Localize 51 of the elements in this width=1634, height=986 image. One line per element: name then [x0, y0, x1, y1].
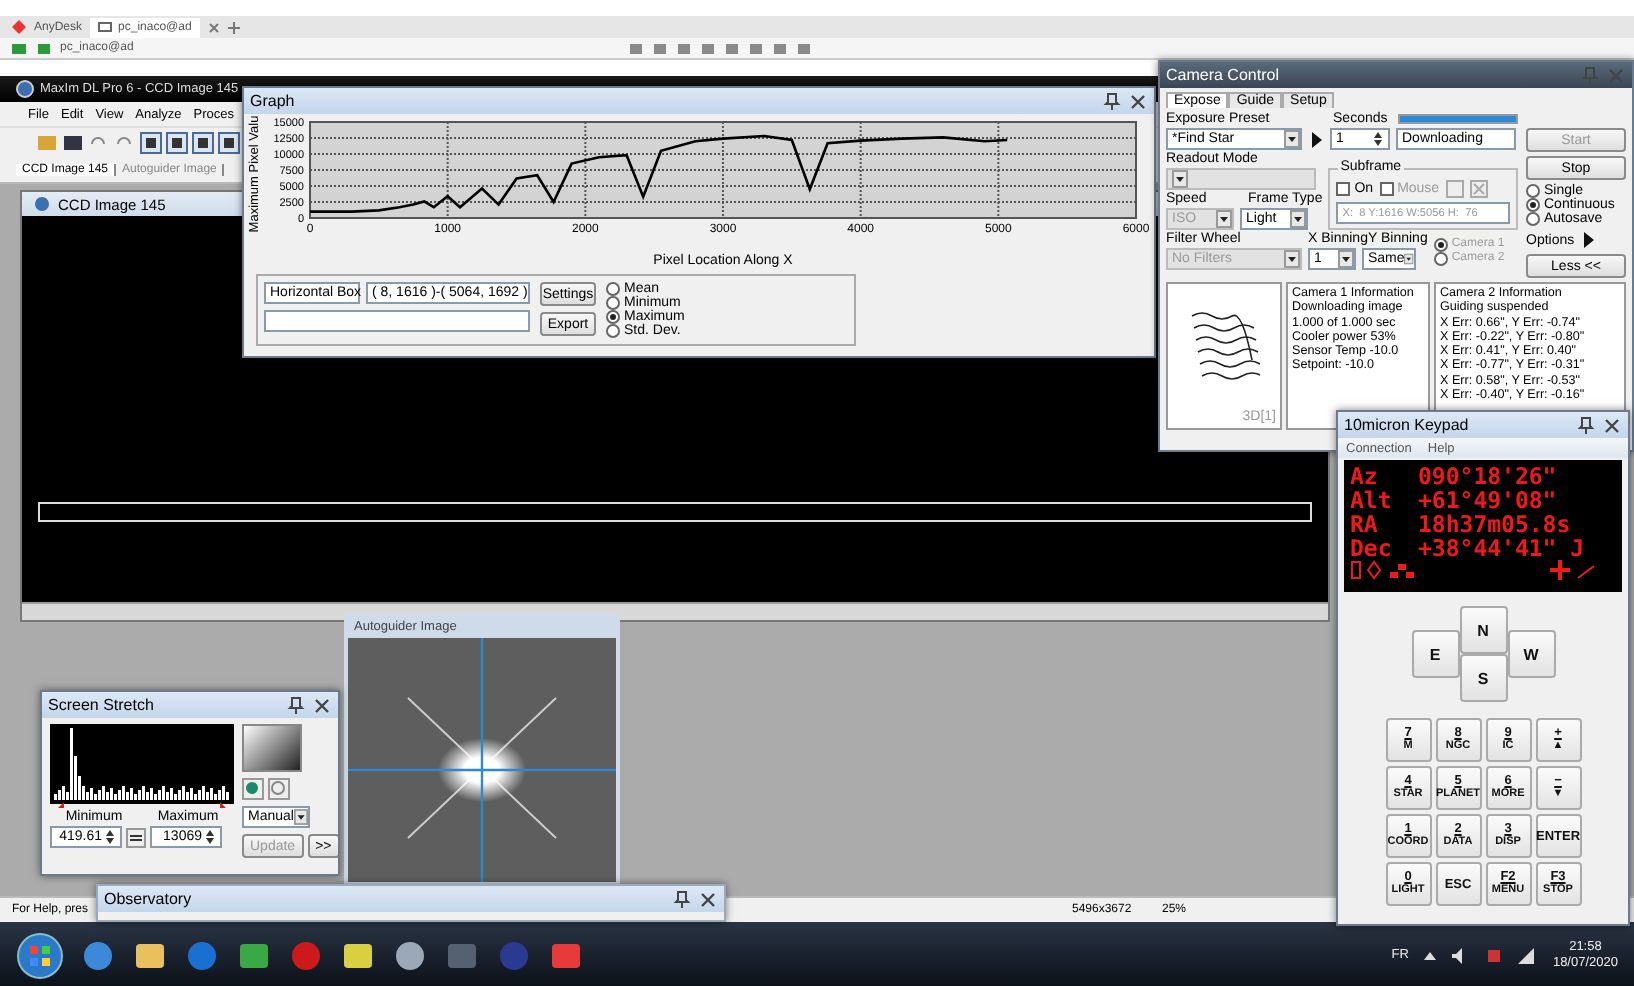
caret-icon[interactable]	[1290, 210, 1306, 228]
plus-icon[interactable]	[227, 21, 240, 33]
close-icon[interactable]	[207, 21, 220, 33]
east-button[interactable]: E	[1411, 630, 1459, 678]
pin-icon[interactable]	[286, 695, 306, 715]
display-value: +38°44'41" J	[1418, 536, 1585, 560]
window-title: Graph	[250, 92, 297, 110]
close-icon[interactable]	[1602, 415, 1622, 435]
play-arrow-icon[interactable]	[1308, 129, 1324, 149]
start-icon[interactable]	[16, 931, 64, 979]
spinner-icon[interactable]	[104, 828, 116, 846]
app-icon	[16, 80, 34, 98]
display-value: +61°49'08"	[1418, 488, 1557, 512]
caret-icon[interactable]	[1338, 250, 1354, 268]
play-arrow-icon[interactable]	[1580, 230, 1597, 250]
color-circle-icon[interactable]	[496, 937, 532, 973]
north-button[interactable]: N	[1459, 606, 1507, 654]
south-button[interactable]: S	[1459, 654, 1507, 702]
pin-icon[interactable]	[672, 889, 692, 909]
west-button[interactable]: W	[1507, 630, 1555, 678]
close-icon[interactable]	[698, 889, 718, 909]
display-value: 090°18'26"	[1418, 464, 1557, 488]
caret-icon[interactable]	[1404, 250, 1414, 268]
logo-icon	[12, 20, 26, 34]
window-title: Camera Control	[1166, 66, 1281, 84]
signal-icon[interactable]	[1518, 947, 1537, 963]
caret-icon[interactable]	[293, 808, 308, 826]
window-title: 10micron Keypad	[1344, 416, 1471, 434]
scrollbar[interactable]	[22, 602, 1328, 620]
display-label: Az	[1350, 464, 1380, 488]
text-field[interactable]	[264, 310, 530, 332]
caret-icon[interactable]	[1284, 130, 1300, 148]
zoom-in-icon[interactable]	[242, 778, 264, 800]
close-icon[interactable]	[1128, 91, 1148, 111]
display-label: RA	[1350, 512, 1380, 536]
display-value: 18h37m05.8s	[1418, 512, 1571, 536]
flag-icon[interactable]	[1486, 947, 1503, 963]
close-icon[interactable]	[312, 695, 332, 715]
gradient-preview	[242, 724, 302, 772]
spinner-icon[interactable]	[1372, 130, 1384, 148]
pin-icon[interactable]	[1576, 415, 1596, 435]
pin-icon[interactable]	[1102, 91, 1122, 111]
app-icon	[34, 196, 50, 212]
window-title: Screen Stretch	[48, 696, 156, 714]
display-label: Dec	[1350, 536, 1394, 560]
window-title: Observatory	[104, 890, 194, 908]
spinner-icon[interactable]	[204, 828, 216, 846]
zoom-out-icon[interactable]	[268, 778, 290, 800]
up-arrow-icon[interactable]	[1424, 949, 1437, 961]
display-label: Alt	[1350, 488, 1394, 512]
swap-icon[interactable]	[126, 827, 146, 847]
